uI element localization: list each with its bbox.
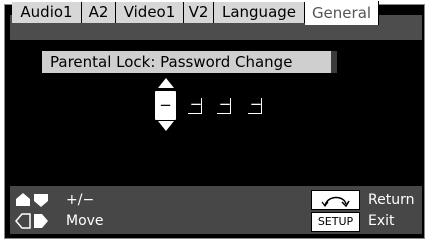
tab-audio1[interactable]: Audio1 <box>12 2 82 23</box>
password-digit-1-active[interactable]: − <box>155 91 176 120</box>
tab-video1[interactable]: Video1 <box>116 2 184 23</box>
increment-arrow-icon[interactable] <box>158 78 174 88</box>
setup-key-button[interactable]: SETUP <box>311 212 360 232</box>
digit-separator <box>201 98 202 113</box>
return-key-button[interactable] <box>311 190 360 210</box>
tab-language[interactable]: Language <box>214 2 305 23</box>
adjust-hint: +/− <box>66 192 95 208</box>
page-title: Parental Lock: Password Change <box>42 51 337 73</box>
move-hint: Move <box>66 213 104 229</box>
tab-a2[interactable]: A2 <box>82 2 116 23</box>
digit-underline <box>248 113 262 114</box>
digit-underline <box>188 113 202 114</box>
digit-underline <box>217 113 231 114</box>
digit-separator <box>230 98 231 113</box>
return-arrow-icon <box>321 196 350 208</box>
decrement-arrow-icon[interactable] <box>158 121 174 131</box>
password-digit-3[interactable]: − <box>217 96 233 114</box>
up-down-arrows-icon <box>16 193 48 207</box>
password-digit-4[interactable]: − <box>248 96 264 114</box>
password-digit-2[interactable]: − <box>188 96 204 114</box>
digit-separator <box>261 98 262 113</box>
left-right-arrows-icon <box>15 213 48 229</box>
tab-v2[interactable]: V2 <box>184 2 214 23</box>
return-hint: Return <box>368 192 415 208</box>
tab-general[interactable]: General <box>305 1 379 25</box>
exit-hint: Exit <box>368 213 395 229</box>
